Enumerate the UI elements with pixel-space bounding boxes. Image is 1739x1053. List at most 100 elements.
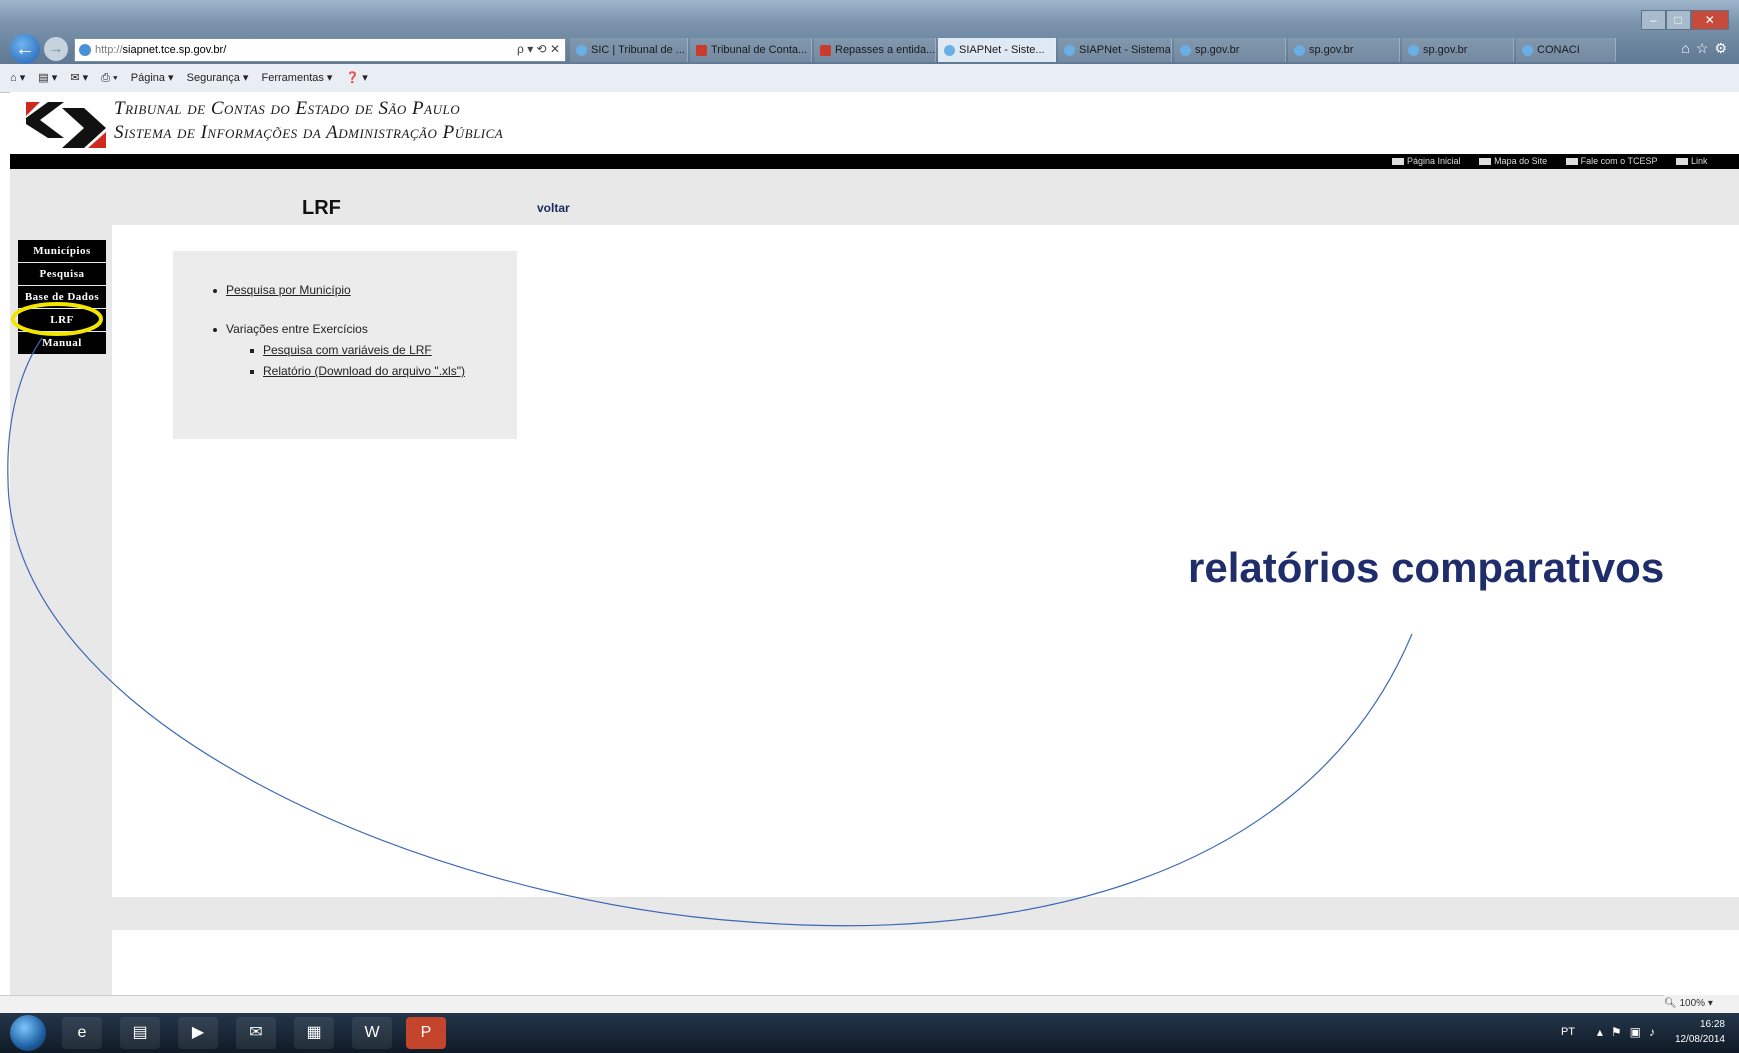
side-menu-manual[interactable]: Manual bbox=[18, 332, 106, 354]
volume-icon[interactable]: ♪ bbox=[1649, 1025, 1663, 1039]
page-title-row: LRF voltar bbox=[10, 169, 1739, 224]
tab-spgov-2[interactable]: sp.gov.br bbox=[1288, 38, 1400, 62]
word-taskbar-icon[interactable]: W bbox=[352, 1017, 392, 1049]
mail-icon[interactable]: ✉ ▾ bbox=[70, 72, 88, 84]
tab-label: SIAPNet - Siste... bbox=[959, 44, 1045, 56]
top-links: Página Inicial Mapa do Site Fale com o T… bbox=[1392, 156, 1724, 166]
browser-window: ← → http://siapnet.tce.sp.gov.br/ ρ ▾ ⟲ … bbox=[0, 0, 1739, 1053]
home-icon[interactable]: ⌂ bbox=[1681, 40, 1695, 56]
feeds-icon[interactable]: ▤ ▾ bbox=[38, 72, 57, 84]
tab-siapnet[interactable]: SIAPNet - Sistema... bbox=[1058, 38, 1172, 62]
menu-pagina[interactable]: Página ▾ bbox=[131, 72, 174, 84]
top-link-home[interactable]: Página Inicial bbox=[1392, 156, 1469, 166]
square-bullet-icon bbox=[250, 348, 254, 353]
clock-date: 12/08/2014 bbox=[1674, 1034, 1725, 1045]
taskbar: e ▤ ▶ ✉ ▦ W P PT ▴⚑▣♪ 16:28 12/08/2014 bbox=[0, 1013, 1739, 1053]
address-controls[interactable]: ρ ▾ ⟲ ✕ bbox=[500, 38, 564, 60]
start-button[interactable] bbox=[10, 1015, 46, 1051]
calculator-taskbar-icon[interactable]: ▦ bbox=[294, 1017, 334, 1049]
tab-label: CONACI bbox=[1537, 44, 1580, 56]
side-menu-base-de-dados[interactable]: Base de Dados bbox=[18, 286, 106, 308]
list-item: Relatório (Download do arquivo ".xls") bbox=[250, 364, 465, 378]
zoom-control[interactable]: 🔍︎ 100% ▾ bbox=[1664, 995, 1739, 1013]
ie-icon bbox=[1408, 44, 1419, 56]
tab-spgov-3[interactable]: sp.gov.br bbox=[1402, 38, 1514, 62]
tab-repasses[interactable]: Repasses a entida... bbox=[814, 38, 936, 62]
help-icon[interactable]: ❓ ▾ bbox=[346, 72, 368, 84]
ie-icon bbox=[1064, 44, 1075, 56]
tab-sic[interactable]: SIC | Tribunal de ... bbox=[570, 38, 688, 62]
side-menu-municipios[interactable]: Municípios bbox=[18, 240, 106, 262]
address-host: siapnet.tce.sp.gov.br/ bbox=[122, 44, 227, 56]
list-item: Variações entre Exercícios bbox=[213, 322, 368, 336]
menu-seguranca[interactable]: Segurança ▾ bbox=[187, 72, 249, 84]
annotation-text: relatórios comparativos bbox=[1188, 544, 1665, 591]
link-pesquisa-variaveis[interactable]: Pesquisa com variáveis de LRF bbox=[263, 343, 432, 357]
tce-icon bbox=[696, 44, 707, 56]
lrf-options-box: Pesquisa por Município Variações entre E… bbox=[173, 251, 517, 439]
tab-tribunal[interactable]: Tribunal de Conta... bbox=[690, 38, 812, 62]
media-player-taskbar-icon[interactable]: ▶ bbox=[178, 1017, 218, 1049]
outlook-taskbar-icon[interactable]: ✉ bbox=[236, 1017, 276, 1049]
tab-strip: SIC | Tribunal de ... Tribunal de Conta.… bbox=[570, 38, 1616, 62]
home-icon[interactable]: ⌂ ▾ bbox=[10, 72, 25, 84]
bullet-icon bbox=[213, 327, 217, 332]
menu-ferramentas[interactable]: Ferramentas ▾ bbox=[262, 72, 333, 84]
minimize-button[interactable]: – bbox=[1641, 10, 1666, 30]
zoom-level: 100% bbox=[1679, 998, 1706, 1009]
flag-icon[interactable]: ⚑ bbox=[1611, 1025, 1630, 1039]
back-link[interactable]: voltar bbox=[537, 201, 570, 215]
ie-icon bbox=[1180, 44, 1191, 56]
tab-label: sp.gov.br bbox=[1309, 44, 1354, 56]
tab-spgov-1[interactable]: sp.gov.br bbox=[1174, 38, 1286, 62]
favorites-icon[interactable]: ☆ bbox=[1696, 40, 1715, 56]
back-button[interactable]: ← bbox=[10, 34, 40, 64]
top-link-label: Fale com o TCESP bbox=[1580, 156, 1658, 166]
ie-icon bbox=[576, 44, 587, 56]
ie-icon bbox=[944, 44, 955, 56]
mail-icon bbox=[1565, 158, 1578, 166]
link-pesquisa-municipio[interactable]: Pesquisa por Município bbox=[226, 283, 351, 297]
network-icon[interactable]: ▣ bbox=[1630, 1025, 1649, 1039]
gear-icon[interactable]: ⚙ bbox=[1714, 40, 1733, 56]
forward-button[interactable]: → bbox=[44, 37, 68, 61]
square-bullet-icon bbox=[250, 369, 254, 374]
ie-icon bbox=[1522, 44, 1533, 56]
print-icon[interactable]: ⎙ ▾ bbox=[101, 72, 117, 84]
status-bar bbox=[0, 995, 1739, 1014]
tab-label: SIAPNet - Sistema... bbox=[1079, 44, 1172, 56]
address-protocol: http:// bbox=[95, 44, 123, 56]
tab-siapnet-active[interactable]: SIAPNet - Siste... bbox=[938, 38, 1056, 62]
language-indicator[interactable]: PT bbox=[1561, 1025, 1575, 1040]
maximize-button[interactable]: □ bbox=[1665, 10, 1691, 30]
side-menu: Municípios Pesquisa Base de Dados LRF Ma… bbox=[18, 240, 106, 355]
tab-label: sp.gov.br bbox=[1423, 44, 1468, 56]
home-icon bbox=[1392, 158, 1404, 166]
site-header: Tribunal de Contas do Estado de São Paul… bbox=[10, 92, 1739, 154]
list-item: Pesquisa por Município bbox=[213, 283, 351, 297]
tab-label: SIC | Tribunal de ... bbox=[591, 44, 685, 56]
side-menu-lrf[interactable]: LRF bbox=[18, 309, 106, 331]
top-link-contact[interactable]: Fale com o TCESP bbox=[1565, 156, 1666, 166]
link-relatorio-xls[interactable]: Relatório (Download do arquivo ".xls") bbox=[263, 364, 465, 378]
tab-conaci[interactable]: CONACI bbox=[1516, 38, 1616, 62]
tab-label: Repasses a entida... bbox=[835, 44, 936, 56]
powerpoint-taskbar-icon[interactable]: P bbox=[406, 1017, 446, 1049]
site-title-line2: Sistema de Informações da Administração … bbox=[114, 122, 504, 143]
page-icon bbox=[79, 44, 91, 57]
sitemap-icon bbox=[1479, 158, 1492, 166]
explorer-taskbar-icon[interactable]: ▤ bbox=[120, 1017, 160, 1049]
site-title-line1: Tribunal de Contas do Estado de São Paul… bbox=[114, 98, 461, 119]
side-menu-pesquisa[interactable]: Pesquisa bbox=[18, 263, 106, 285]
address-bar[interactable]: http://siapnet.tce.sp.gov.br/ bbox=[74, 38, 566, 62]
top-link-links[interactable]: Link bbox=[1676, 156, 1716, 166]
variacoes-label: Variações entre Exercícios bbox=[226, 322, 368, 336]
close-button[interactable]: ✕ bbox=[1690, 10, 1729, 30]
top-link-sitemap[interactable]: Mapa do Site bbox=[1479, 156, 1555, 166]
top-link-label: Página Inicial bbox=[1407, 156, 1461, 166]
ie-taskbar-icon[interactable]: e bbox=[62, 1017, 102, 1049]
tray-icons: ▴⚑▣♪ bbox=[1597, 1025, 1663, 1040]
chevron-up-icon[interactable]: ▴ bbox=[1597, 1025, 1611, 1039]
top-link-label: Mapa do Site bbox=[1494, 156, 1548, 166]
footer-area bbox=[112, 930, 1739, 995]
